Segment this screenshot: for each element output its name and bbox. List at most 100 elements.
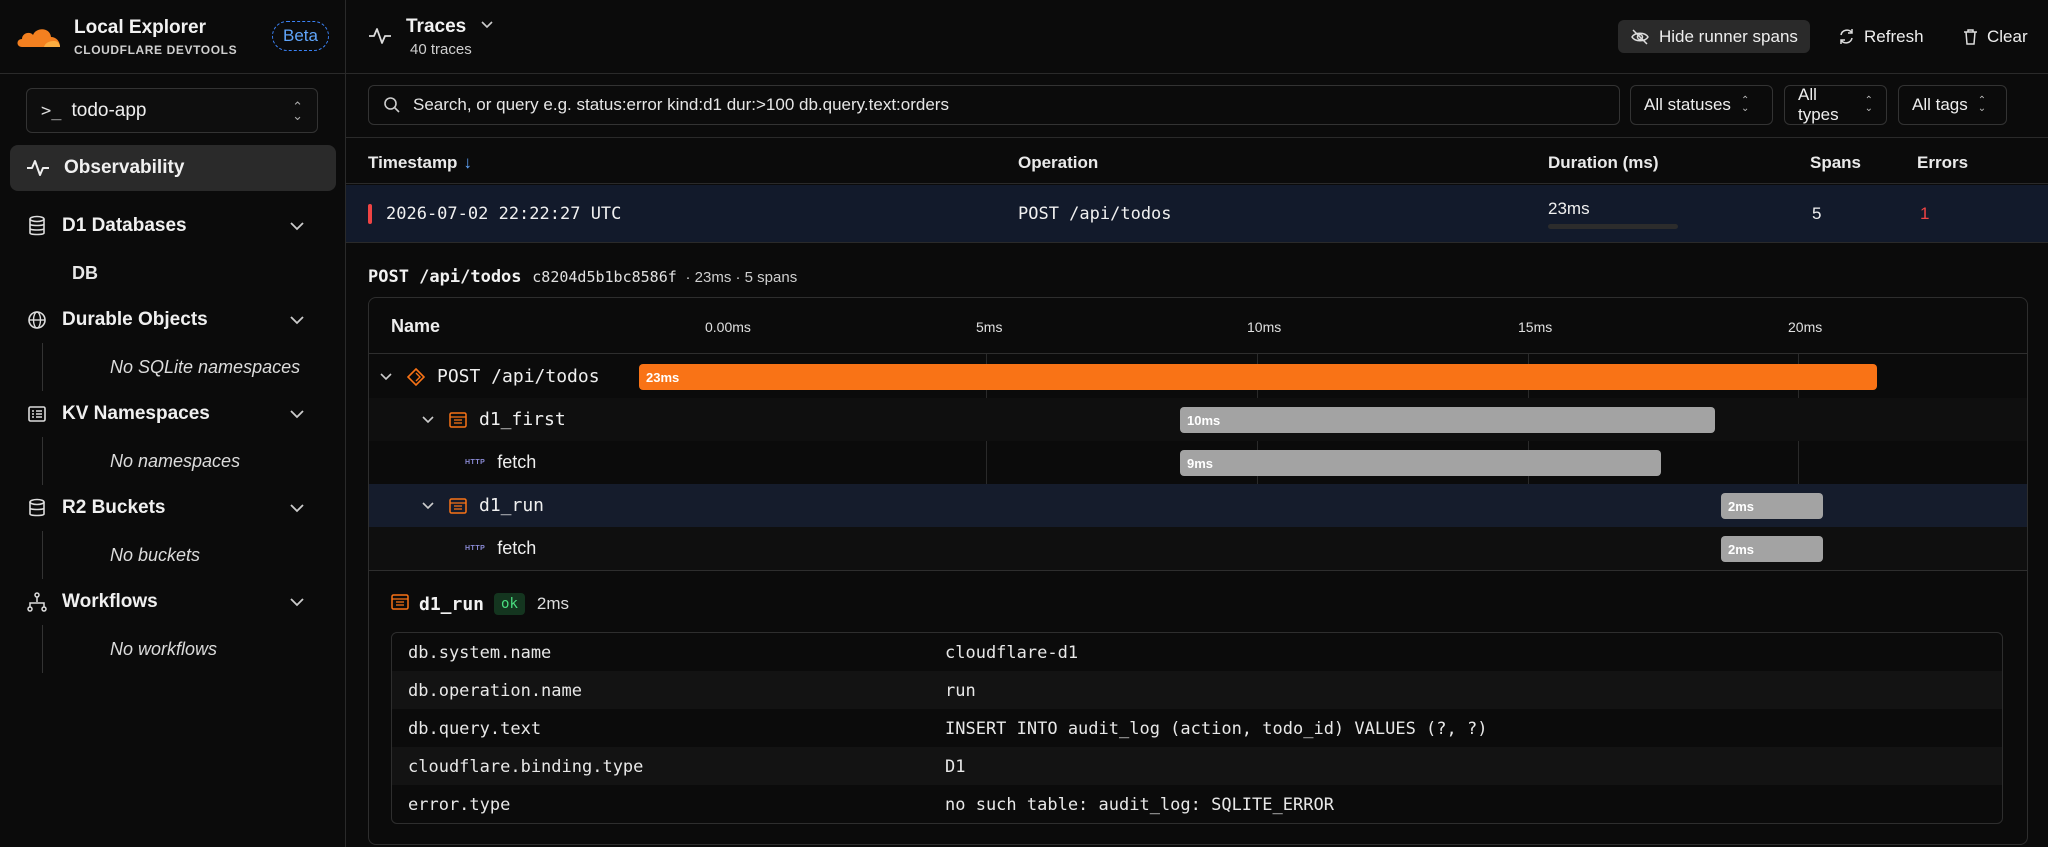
globe-icon <box>28 311 46 329</box>
chevron-down-icon[interactable] <box>421 499 435 513</box>
table-row[interactable]: 2026-07-02 22:22:27 UTC POST /api/todos … <box>346 185 2048 243</box>
sidebar-item-r2-buckets[interactable]: R2 Buckets <box>10 485 336 531</box>
filter-label: All types <box>1798 85 1839 124</box>
page-title: Traces <box>406 16 467 37</box>
empty-state-text: No workflows <box>110 638 218 659</box>
http-icon: HTTP <box>465 545 486 552</box>
column-header-timestamp[interactable]: Timestamp ↓ <box>368 153 472 173</box>
empty-state-text: No SQLite namespaces <box>110 356 301 377</box>
sidebar-item-label: Workflows <box>62 591 158 612</box>
sidebar-item-d1-databases[interactable]: D1 Databases <box>10 203 336 249</box>
clear-button[interactable]: Clear <box>1951 20 2040 53</box>
eye-off-icon <box>1631 28 1649 45</box>
attribute-key: cloudflare.binding.type <box>408 757 644 777</box>
chevron-updown-icon: ⌃ ⌄ <box>1977 95 1987 114</box>
chevron-down-icon[interactable] <box>288 405 306 423</box>
attribute-key: db.system.name <box>408 643 552 663</box>
time-tick: 10ms <box>1247 319 1282 335</box>
app-selector[interactable]: >_ todo-app ⌃ ⌄ <box>26 88 318 133</box>
sidebar-subitem-label: DB <box>72 262 98 283</box>
row-operation: POST /api/todos <box>1018 204 1172 224</box>
span-label: d1_first <box>421 409 566 430</box>
search-icon <box>384 97 400 113</box>
column-header-spans[interactable]: Spans <box>1810 153 1861 173</box>
span-name: fetch <box>497 452 537 472</box>
chevron-down-icon[interactable] <box>288 593 306 611</box>
diamond-icon <box>407 367 425 386</box>
sidebar-empty-state: No namespaces <box>0 437 346 485</box>
span-row-selected[interactable]: d1_run 2ms <box>369 484 2027 527</box>
list-icon <box>28 406 46 422</box>
row-spans: 5 <box>1812 204 1822 223</box>
tree-line <box>42 343 43 391</box>
sidebar-item-label: KV Namespaces <box>62 403 210 424</box>
brand-header: Local Explorer CLOUDFLARE DEVTOOLS Beta <box>0 0 345 74</box>
search-box[interactable] <box>368 85 1620 125</box>
attribute-row: db.system.name cloudflare-d1 <box>392 633 2002 671</box>
sidebar-item-workflows[interactable]: Workflows <box>10 579 336 625</box>
attribute-value: run <box>945 681 976 701</box>
sidebar-item-label: Observability <box>64 157 185 178</box>
chevron-down-icon[interactable] <box>288 217 306 235</box>
bucket-icon <box>29 498 45 517</box>
column-header-errors[interactable]: Errors <box>1917 153 1968 173</box>
http-icon: HTTP <box>465 459 486 466</box>
chevron-updown-icon: ⌃ ⌄ <box>1740 95 1750 114</box>
tree-line <box>42 531 43 579</box>
sidebar-item-kv-namespaces[interactable]: KV Namespaces <box>10 391 336 437</box>
attribute-key: db.query.text <box>408 719 542 739</box>
chevron-updown-icon: ⌃ ⌄ <box>1864 95 1873 114</box>
divider <box>369 570 2027 571</box>
span-bar[interactable]: 9ms <box>1180 450 1661 476</box>
span-bar[interactable]: 2ms <box>1721 493 1824 519</box>
sidebar-item-label: D1 Databases <box>62 215 187 236</box>
chevron-down-icon[interactable] <box>288 499 306 517</box>
span-bar[interactable]: 2ms <box>1721 536 1824 562</box>
chevron-updown-icon: ⌃ ⌄ <box>292 98 303 123</box>
span-label: HTTP fetch <box>465 538 536 559</box>
tree-line <box>42 625 43 673</box>
attribute-row: db.operation.name run <box>392 671 2002 709</box>
sidebar-nav: Observability D1 Databases DB Durable Ob… <box>0 145 346 673</box>
status-filter[interactable]: All statuses ⌃ ⌄ <box>1630 85 1773 125</box>
column-label: Timestamp <box>368 153 458 172</box>
column-header-duration[interactable]: Duration (ms) <box>1548 153 1659 173</box>
span-bar[interactable]: 10ms <box>1180 407 1715 433</box>
tag-filter[interactable]: All tags ⌃ ⌄ <box>1898 85 2007 125</box>
span-detail-duration: 2ms <box>536 594 570 613</box>
sidebar-subitem-db[interactable]: DB <box>0 249 346 297</box>
chevron-down-icon[interactable] <box>288 311 306 329</box>
span-name: POST /api/todos <box>437 366 600 387</box>
error-indicator <box>368 204 372 224</box>
sidebar-item-label: Durable Objects <box>62 309 208 330</box>
chevron-down-icon[interactable] <box>379 370 393 384</box>
column-header-operation[interactable]: Operation <box>1018 153 1098 173</box>
span-row[interactable]: POST /api/todos 23ms <box>369 355 2027 398</box>
chevron-down-icon <box>480 21 493 29</box>
span-name: fetch <box>497 538 537 558</box>
button-label: Refresh <box>1864 26 1924 46</box>
sidebar-item-observability[interactable]: Observability <box>10 145 336 191</box>
tree-line <box>42 437 43 485</box>
search-input[interactable] <box>413 95 1593 115</box>
chevron-down-icon[interactable] <box>421 413 435 427</box>
sidebar-item-durable-objects[interactable]: Durable Objects <box>10 297 336 343</box>
attribute-row: cloudflare.binding.type D1 <box>392 747 2002 785</box>
span-bar[interactable]: 23ms <box>639 364 1878 390</box>
span-row[interactable]: d1_first 10ms <box>369 398 2027 441</box>
attribute-row: error.type no such table: audit_log: SQL… <box>392 785 2002 823</box>
terminal-icon: >_ <box>41 100 62 121</box>
attribute-key: error.type <box>408 795 511 815</box>
traces-title-dropdown[interactable]: Traces <box>406 16 494 38</box>
row-duration: 23ms <box>1548 199 1590 218</box>
span-row[interactable]: HTTP fetch 9ms <box>369 441 2027 484</box>
sidebar-empty-state: No SQLite namespaces <box>0 343 346 391</box>
span-row[interactable]: HTTP fetch 2ms <box>369 527 2027 570</box>
database-icon <box>29 215 45 236</box>
type-filter[interactable]: All types ⌃ ⌄ <box>1784 85 1887 125</box>
refresh-button[interactable]: Refresh <box>1826 20 1936 53</box>
pulse-icon <box>369 28 391 44</box>
workflow-icon <box>27 592 47 612</box>
hide-runner-spans-button[interactable]: Hide runner spans <box>1618 20 1810 53</box>
filter-label: All tags <box>1912 95 1968 114</box>
